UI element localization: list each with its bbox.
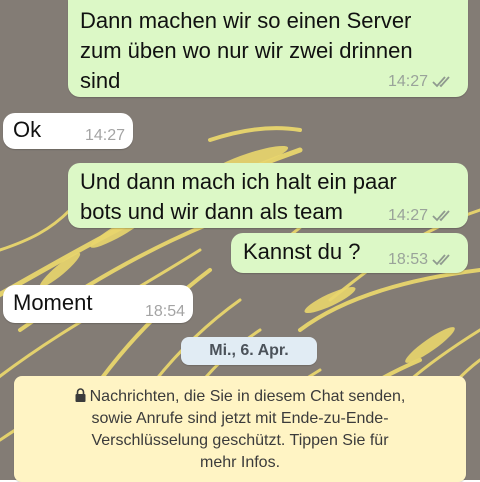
date-separator: Mi., 6. Apr. [181, 337, 317, 365]
message-text: Dann machen wir so einen Server zum üben… [80, 8, 413, 93]
encryption-notice-text: Nachrichten, die Sie in diesem Chat send… [89, 388, 406, 471]
message-time: 14:27 [84, 127, 125, 144]
incoming-message[interactable]: Ok 14:27 [3, 113, 133, 149]
message-time: 18:54 [144, 303, 185, 320]
message-meta: 18:54 [145, 303, 185, 321]
outgoing-message[interactable]: Kannst du ? 18:53 [231, 233, 468, 273]
message-text: Kannst du ? [243, 239, 361, 264]
double-check-icon [432, 254, 450, 266]
message-time: 14:27 [387, 73, 428, 90]
outgoing-message[interactable]: Und dann mach ich halt ein paar bots und… [68, 163, 468, 228]
incoming-message[interactable]: Moment 18:54 [3, 285, 193, 323]
message-text: Und dann mach ich halt ein paar bots und… [80, 169, 397, 224]
message-text: Ok [13, 117, 42, 142]
double-check-icon [432, 210, 450, 222]
outgoing-message[interactable]: Dann machen wir so einen Server zum üben… [68, 0, 468, 97]
message-time: 18:53 [387, 251, 428, 268]
message-time: 14:27 [387, 207, 428, 224]
message-text: Moment [13, 290, 93, 315]
message-meta: 14:27 [85, 127, 125, 145]
lock-icon [75, 388, 86, 402]
double-check-icon [432, 76, 450, 88]
message-meta: 18:53 [388, 251, 454, 269]
message-meta: 14:27 [388, 207, 454, 225]
encryption-notice[interactable]: Nachrichten, die Sie in diesem Chat send… [14, 376, 466, 482]
message-meta: 14:27 [388, 73, 454, 91]
